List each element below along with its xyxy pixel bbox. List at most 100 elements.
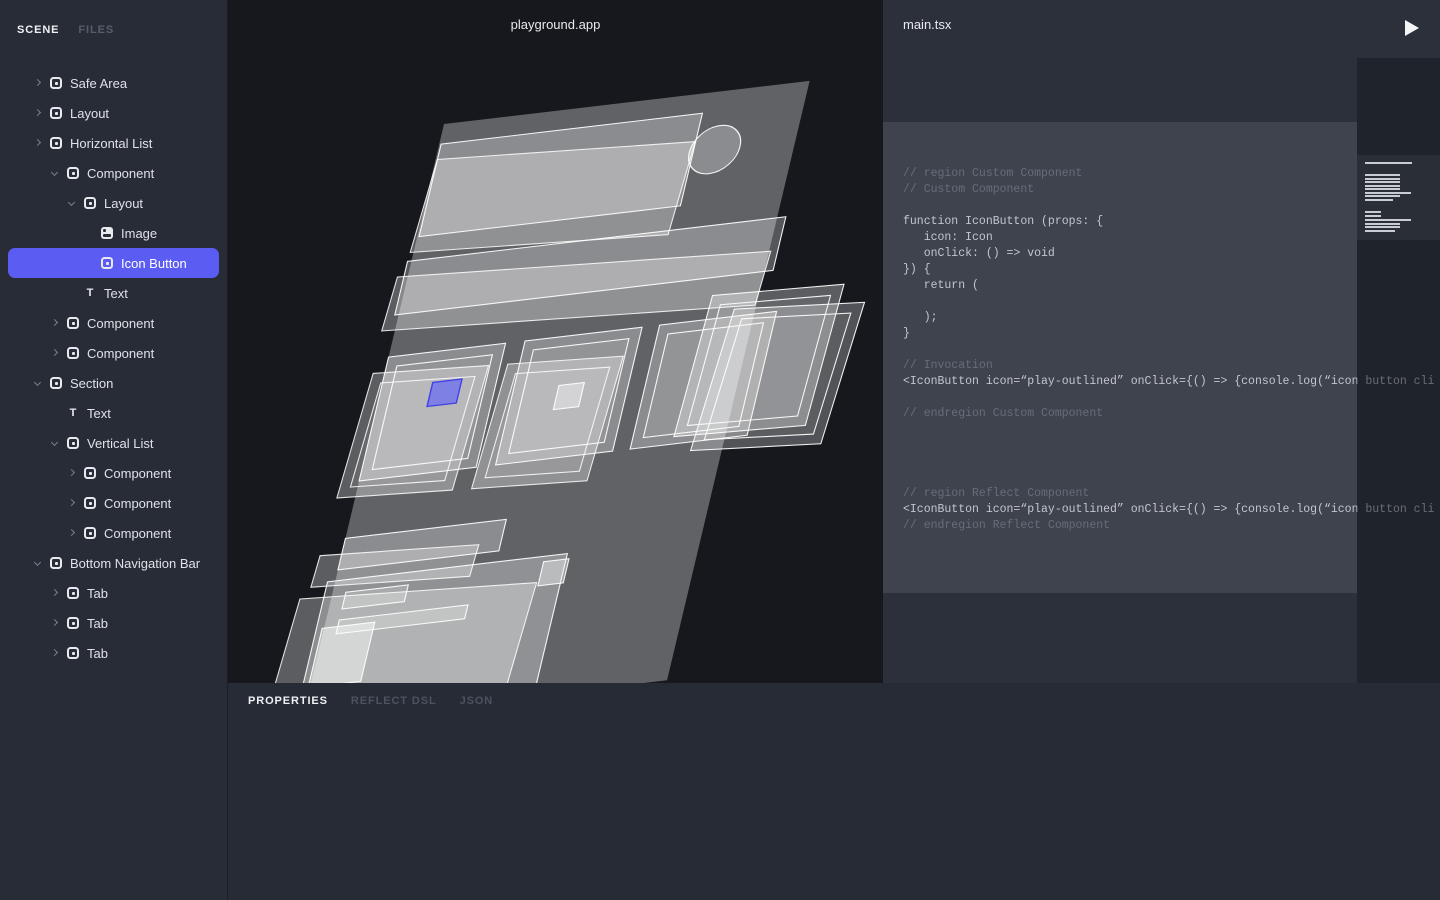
- tree-item-tab[interactable]: Tab: [0, 638, 228, 668]
- tree-item-label: Component: [104, 495, 172, 511]
- tree-item-label: Layout: [70, 105, 110, 121]
- chevron-down-icon[interactable]: [33, 378, 43, 388]
- chevron-down-icon[interactable]: [50, 168, 60, 178]
- tree-item-bottom-navigation-bar[interactable]: Bottom Navigation Bar: [0, 548, 228, 578]
- no-arrow: [50, 408, 60, 418]
- tree-item-label: Icon Button: [121, 255, 187, 271]
- canvas-selected-icon-button[interactable]: [426, 378, 463, 408]
- tree-item-horizontal-list[interactable]: Horizontal List: [0, 128, 228, 158]
- tree-item-component[interactable]: Component: [0, 518, 228, 548]
- tree-item-vertical-list[interactable]: Vertical List: [0, 428, 228, 458]
- chevron-right-icon[interactable]: [50, 318, 60, 328]
- minimap-code-line: [1365, 184, 1400, 187]
- text-icon: T: [69, 407, 77, 419]
- code-editor-panel: main.tsx // region Custom Component// Cu…: [883, 0, 1440, 683]
- tree-item-label: Horizontal List: [70, 135, 153, 151]
- component-icon: [50, 107, 62, 119]
- chevron-right-icon[interactable]: [33, 108, 43, 118]
- no-arrow: [67, 288, 77, 298]
- component-icon: [67, 347, 79, 359]
- component-icon: [50, 137, 62, 149]
- minimap-code-line: [1365, 174, 1400, 176]
- minimap-code-line: [1365, 188, 1400, 190]
- tree-item-section[interactable]: Section: [0, 368, 228, 398]
- minimap-code-line: [1365, 226, 1400, 228]
- chevron-right-icon[interactable]: [67, 498, 77, 508]
- chevron-down-icon[interactable]: [33, 558, 43, 568]
- minimap-code-line: [1365, 181, 1400, 183]
- chevron-right-icon[interactable]: [33, 138, 43, 148]
- tree-item-label: Text: [104, 285, 128, 301]
- tree-item-label: Section: [70, 375, 114, 391]
- minimap-code-line: [1365, 191, 1411, 194]
- component-icon: [84, 467, 96, 479]
- no-arrow: [84, 228, 94, 238]
- tree-item-label: Component: [104, 465, 172, 481]
- tree-item-component[interactable]: Component: [0, 308, 228, 338]
- chevron-down-icon[interactable]: [50, 438, 60, 448]
- tree-item-component[interactable]: Component: [0, 338, 228, 368]
- play-button[interactable]: [1405, 20, 1419, 36]
- tree-item-label: Vertical List: [87, 435, 154, 451]
- minimap-code-line: [1365, 211, 1381, 213]
- design-canvas[interactable]: playground.app: [228, 0, 883, 683]
- inspector-tab-properties[interactable]: PROPERTIES: [248, 695, 328, 707]
- chevron-right-icon[interactable]: [50, 348, 60, 358]
- tree-item-image[interactable]: Image: [0, 218, 228, 248]
- tree-item-label: Tab: [87, 645, 108, 661]
- tree-item-label: Image: [121, 225, 158, 241]
- inspector-tab-bar: PROPERTIES REFLECT DSL JSON: [228, 683, 1440, 707]
- component-icon: [50, 77, 62, 89]
- chevron-right-icon[interactable]: [50, 588, 60, 598]
- chevron-down-icon[interactable]: [67, 198, 77, 208]
- minimap-code-line: [1365, 195, 1400, 197]
- inspector-panel: PROPERTIES REFLECT DSL JSON: [228, 683, 1440, 900]
- inspector-tab-json[interactable]: JSON: [460, 695, 494, 707]
- tree-item-layout[interactable]: Layout: [0, 188, 228, 218]
- sidebar-tab-files[interactable]: FILES: [78, 24, 114, 36]
- component-icon: [67, 587, 79, 599]
- tree-item-icon-button[interactable]: Icon Button: [0, 248, 228, 278]
- tree-item-tab[interactable]: Tab: [0, 578, 228, 608]
- tree-item-label: Tab: [87, 615, 108, 631]
- minimap-code-line: [1365, 222, 1400, 225]
- component-icon: [67, 617, 79, 629]
- tree-item-component[interactable]: Component: [0, 158, 228, 188]
- tree-item-label: Layout: [104, 195, 144, 211]
- sidebar-tab-scene[interactable]: SCENE: [17, 24, 59, 36]
- phone-wireframe: [258, 80, 866, 683]
- tree-item-label: Component: [87, 345, 155, 361]
- tree-item-safe-area[interactable]: Safe Area: [0, 68, 228, 98]
- component-icon: [84, 527, 96, 539]
- image-icon: [101, 227, 113, 239]
- tree-item-text[interactable]: T Text: [0, 278, 228, 308]
- editor-filename: main.tsx: [903, 17, 952, 32]
- tree-item-label: Component: [87, 315, 155, 331]
- chevron-right-icon[interactable]: [67, 528, 77, 538]
- inspector-tab-reflect-dsl[interactable]: REFLECT DSL: [351, 695, 437, 707]
- chevron-right-icon[interactable]: [33, 78, 43, 88]
- sidebar-tab-bar: SCENE FILES: [0, 0, 228, 36]
- component-icon: [67, 437, 79, 449]
- minimap-code-line: [1365, 219, 1411, 221]
- chevron-right-icon[interactable]: [50, 618, 60, 628]
- component-icon: [67, 317, 79, 329]
- tree-item-component[interactable]: Component: [0, 488, 228, 518]
- tree-item-component[interactable]: Component: [0, 458, 228, 488]
- component-icon: [67, 647, 79, 659]
- chevron-right-icon[interactable]: [67, 468, 77, 478]
- tree-item-tab[interactable]: Tab: [0, 608, 228, 638]
- text-icon: T: [86, 287, 94, 299]
- minimap-code-line: [1365, 162, 1412, 164]
- chevron-right-icon[interactable]: [50, 648, 60, 658]
- tree-item-text[interactable]: T Text: [0, 398, 228, 428]
- minimap-overlay: [1357, 58, 1440, 683]
- scene-sidebar: SCENE FILES Safe Area Layout Horizontal Lis…: [0, 0, 228, 900]
- tree-item-layout[interactable]: Layout: [0, 98, 228, 128]
- tree-item-label: Safe Area: [70, 75, 128, 91]
- minimap-code-line: [1365, 177, 1400, 180]
- scene-tree: Safe Area Layout Horizontal List Component L…: [0, 68, 228, 668]
- component-icon: [50, 557, 62, 569]
- component-icon: [101, 257, 113, 269]
- selection-pill: [8, 248, 219, 278]
